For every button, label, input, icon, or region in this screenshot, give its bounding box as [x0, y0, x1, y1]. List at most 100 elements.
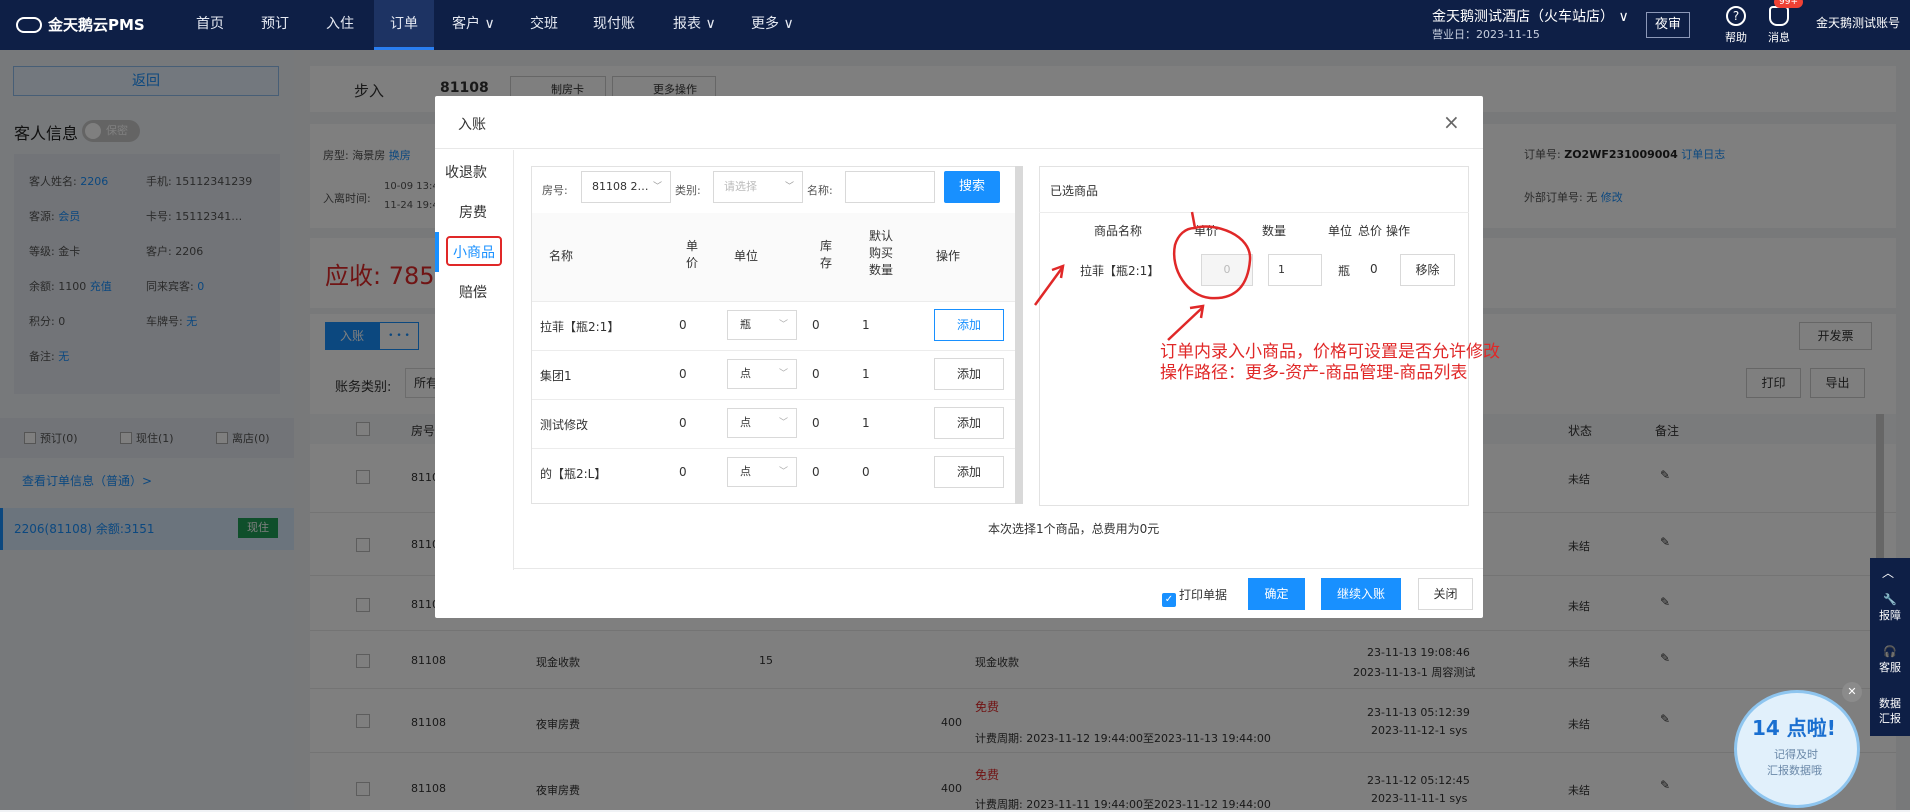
row-divider: [532, 399, 1015, 400]
check-icon: ✓: [1162, 593, 1176, 607]
nav-checkin[interactable]: 入住: [326, 0, 354, 50]
active-tab-indicator: [435, 232, 439, 272]
chevron-down-icon: ﹀: [778, 369, 788, 379]
bell-icon: [1769, 6, 1789, 26]
help-button[interactable]: ? 帮助: [1716, 6, 1756, 45]
sel-col-op: 操作: [1386, 224, 1411, 238]
chevron-down-icon: ﹀: [652, 182, 662, 192]
promo-line2: 汇报数据哦: [1767, 764, 1822, 777]
col-name: 名称: [549, 249, 574, 263]
room-filter-select[interactable]: 81108 2… ﹀: [581, 171, 671, 203]
nav-cash-account[interactable]: 现付账: [593, 0, 635, 50]
close-icon[interactable]: ✕: [1842, 682, 1862, 702]
selected-goods-title: 已选商品: [1050, 184, 1099, 198]
collapse-up-icon[interactable]: ︿: [1882, 564, 1894, 581]
selected-qty-input[interactable]: 1: [1268, 254, 1322, 286]
dialog-divider: [435, 148, 1483, 149]
selection-summary: 本次选择1个商品，总费用为0元: [988, 522, 1160, 536]
messages-button[interactable]: 消息: [1759, 6, 1799, 45]
col-unit: 单位: [734, 249, 759, 263]
col-operation: 操作: [936, 249, 961, 263]
message-count-badge: 99+: [1774, 0, 1803, 8]
chevron-down-icon: ﹀: [784, 182, 794, 192]
selected-total: 0: [1370, 262, 1378, 276]
type-filter-select[interactable]: 请选择 ﹀: [713, 171, 803, 203]
name-filter-label: 名称:: [807, 184, 833, 197]
data-report-button[interactable]: 数据 汇报: [1874, 696, 1906, 726]
row-divider: [532, 448, 1015, 449]
selected-unit: 瓶: [1338, 264, 1351, 278]
close-icon[interactable]: ×: [1443, 110, 1460, 134]
help-icon: ?: [1726, 6, 1746, 26]
app-logo[interactable]: 金天鹅云PMS: [16, 14, 145, 35]
goods-unit-select[interactable]: 点 ﹀: [727, 408, 797, 438]
nav-booking[interactable]: 预订: [261, 0, 289, 50]
nav-home[interactable]: 首页: [196, 0, 224, 50]
footer-divider: [514, 568, 1483, 569]
headset-icon: 🎧: [1883, 645, 1897, 658]
nav-handover[interactable]: 交班: [530, 0, 558, 50]
col-default-qty: 默认 购买 数量: [868, 229, 893, 277]
tab-small-goods[interactable]: 小商品: [453, 242, 495, 262]
annotation-marks: [1033, 211, 1252, 341]
tab-room-fee[interactable]: 房费: [459, 202, 487, 222]
search-button[interactable]: 搜索: [944, 171, 1000, 203]
goods-default-qty: 0: [862, 465, 870, 479]
promo-line1: 记得及时: [1774, 748, 1818, 761]
close-button[interactable]: 关闭: [1418, 578, 1473, 610]
annotation-text: 订单内录入小商品，价格可设置是否允许修改 操作路径：更多-资产-商品管理-商品列表: [1160, 342, 1500, 383]
add-goods-button[interactable]: 添加: [934, 456, 1004, 488]
chevron-down-icon: ﹀: [778, 418, 788, 428]
goods-stock: 0: [812, 318, 820, 332]
name-filter-input[interactable]: [845, 171, 935, 203]
sel-col-qty: 数量: [1262, 224, 1287, 238]
tab-payment[interactable]: 收退款: [445, 162, 487, 182]
nav-more[interactable]: 更多 ∨: [751, 0, 794, 50]
goods-price: 0: [679, 367, 687, 381]
row-divider: [532, 350, 1015, 351]
goods-default-qty: 1: [862, 318, 870, 332]
confirm-button[interactable]: 确定: [1248, 578, 1305, 610]
business-day: 营业日：2023-11-15: [1432, 28, 1540, 41]
goods-unit-select[interactable]: 点 ﹀: [727, 359, 797, 389]
add-goods-button[interactable]: 添加: [934, 309, 1004, 341]
goods-unit-select[interactable]: 点 ﹀: [727, 457, 797, 487]
add-goods-button[interactable]: 添加: [934, 358, 1004, 390]
sel-col-total: 总价: [1358, 224, 1383, 238]
goods-name: 测试修改: [540, 418, 589, 432]
goods-unit-select[interactable]: 瓶 ﹀: [727, 310, 797, 340]
goods-stock: 0: [812, 465, 820, 479]
nav-reports[interactable]: 报表 ∨: [673, 0, 716, 50]
chevron-down-icon: ﹀: [778, 320, 788, 330]
night-audit-button[interactable]: 夜审: [1646, 12, 1690, 38]
repair-button[interactable]: 🔧 报障: [1874, 592, 1906, 624]
sel-col-unit: 单位: [1328, 224, 1353, 238]
add-goods-button[interactable]: 添加: [934, 407, 1004, 439]
nav-orders[interactable]: 订单: [374, 0, 434, 50]
goods-name: 集团1: [540, 369, 572, 383]
goods-price: 0: [679, 318, 687, 332]
goods-stock: 0: [812, 416, 820, 430]
annotation-circle: [1172, 211, 1252, 300]
annotation-arrow-up: [1167, 307, 1203, 341]
col-stock: 库 存: [819, 239, 832, 270]
continue-post-button[interactable]: 继续入账: [1321, 578, 1401, 610]
goods-price: 0: [679, 465, 687, 479]
goods-name: 的【瓶2:L】: [540, 467, 607, 481]
account-menu[interactable]: 金天鹅测试账号: [1816, 14, 1900, 31]
print-slip-checkbox[interactable]: ✓ 打印单据: [1162, 586, 1227, 607]
promo-title: 14 点啦!: [1752, 716, 1836, 740]
nav-customers[interactable]: 客户 ∨: [452, 0, 495, 50]
tab-divider: [513, 150, 514, 570]
remove-goods-button[interactable]: 移除: [1400, 254, 1455, 286]
goods-stock: 0: [812, 367, 820, 381]
goods-default-qty: 1: [862, 367, 870, 381]
col-price: 单 价: [685, 239, 698, 270]
service-button[interactable]: 🎧 客服: [1874, 644, 1906, 676]
goods-scrollbar[interactable]: [1015, 166, 1023, 504]
hotel-selector[interactable]: 金天鹅测试酒店（火车站店） ∨: [1432, 6, 1629, 26]
wrench-icon: 🔧: [1883, 593, 1897, 606]
row-divider: [532, 301, 1015, 302]
annotation-arrow-left: [1033, 267, 1064, 306]
tab-compensation[interactable]: 赔偿: [459, 282, 487, 302]
